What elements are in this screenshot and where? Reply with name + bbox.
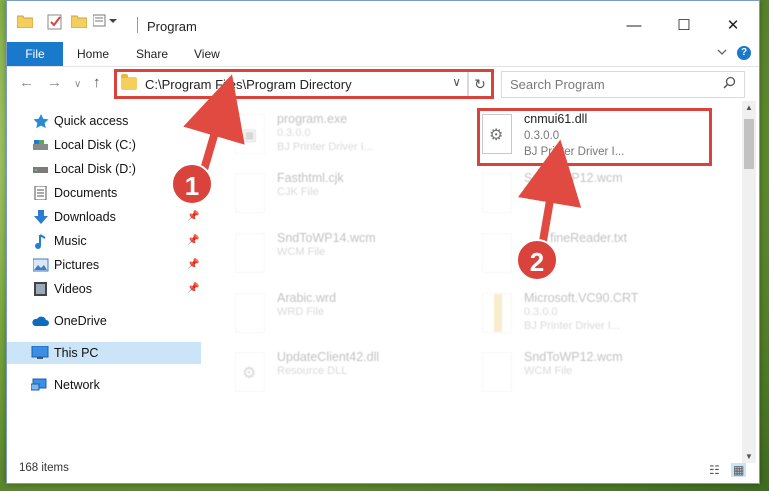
annotation-arrows [183,74,582,248]
step-badge-1: 1 [171,163,213,205]
step-badge-2: 2 [516,239,558,281]
explorer-window: Program — ☐ ✕ File Home Share View ? ← →… [6,0,760,484]
arrow-to-address [183,74,245,175]
arrow-to-file [518,139,582,248]
